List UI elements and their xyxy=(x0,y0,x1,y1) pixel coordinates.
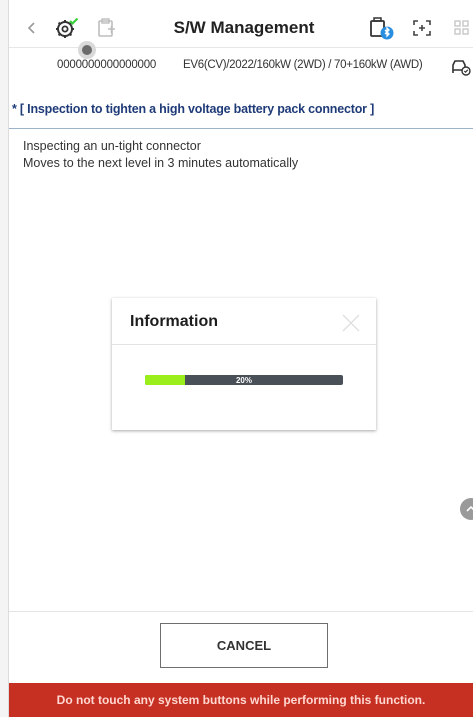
back-button[interactable] xyxy=(21,17,43,39)
fullscreen-icon xyxy=(413,20,431,36)
cancel-button[interactable]: CANCEL xyxy=(160,623,328,668)
fullscreen-button[interactable] xyxy=(410,17,434,39)
section-title-text: * [ Inspection to tighten a high voltage… xyxy=(12,102,375,116)
vehicle-doc-icon xyxy=(98,18,115,37)
header-bar: S/W Management xyxy=(9,9,473,48)
dialog-title: Information xyxy=(130,313,218,330)
vehicle-doc-button[interactable] xyxy=(95,16,119,40)
content-text: Inspecting an un-tight connector Moves t… xyxy=(23,138,298,172)
diagnostic-gear-icon xyxy=(56,17,79,38)
dialog-close-button[interactable] xyxy=(338,310,364,336)
left-edge xyxy=(0,0,9,717)
content-line-1: Inspecting an un-tight connector xyxy=(23,139,201,153)
progress-bar: 20% xyxy=(145,375,343,385)
scroll-handle[interactable] xyxy=(460,498,473,520)
dialog-divider xyxy=(112,344,376,345)
close-icon xyxy=(342,314,360,332)
battery-bluetooth-icon xyxy=(370,17,394,40)
battery-bluetooth-button[interactable] xyxy=(366,14,396,42)
grid-button[interactable] xyxy=(451,17,473,39)
information-dialog: Information 20% xyxy=(112,298,376,430)
section-title: * [ Inspection to tighten a high voltage… xyxy=(9,92,473,129)
vehicle-model-text: EV6(CV)/2022/160kW (2WD) / 70+160kW (AWD… xyxy=(183,59,423,71)
vin-text: 0000000000000000 xyxy=(57,59,157,71)
chevron-left-icon xyxy=(27,22,35,34)
warning-banner: Do not touch any system buttons while pe… xyxy=(9,683,473,717)
vehicle-check-icon xyxy=(452,60,471,76)
grid-icon xyxy=(454,20,469,35)
content-line-2: Moves to the next level in 3 minutes aut… xyxy=(23,156,299,170)
vehicle-info-bar: 0000000000000000 EV6(CV)/2022/160kW (2WD… xyxy=(9,48,473,86)
footer-divider xyxy=(9,611,473,612)
vehicle-connect-button[interactable] xyxy=(450,57,472,77)
chevron-up-icon xyxy=(466,505,473,512)
diagnostic-button[interactable] xyxy=(53,15,81,41)
app-window: S/W Management 0000000000000000 EV6(CV)/… xyxy=(0,0,473,717)
page-title: S/W Management xyxy=(173,18,315,37)
progress-label: 20% xyxy=(235,375,252,385)
